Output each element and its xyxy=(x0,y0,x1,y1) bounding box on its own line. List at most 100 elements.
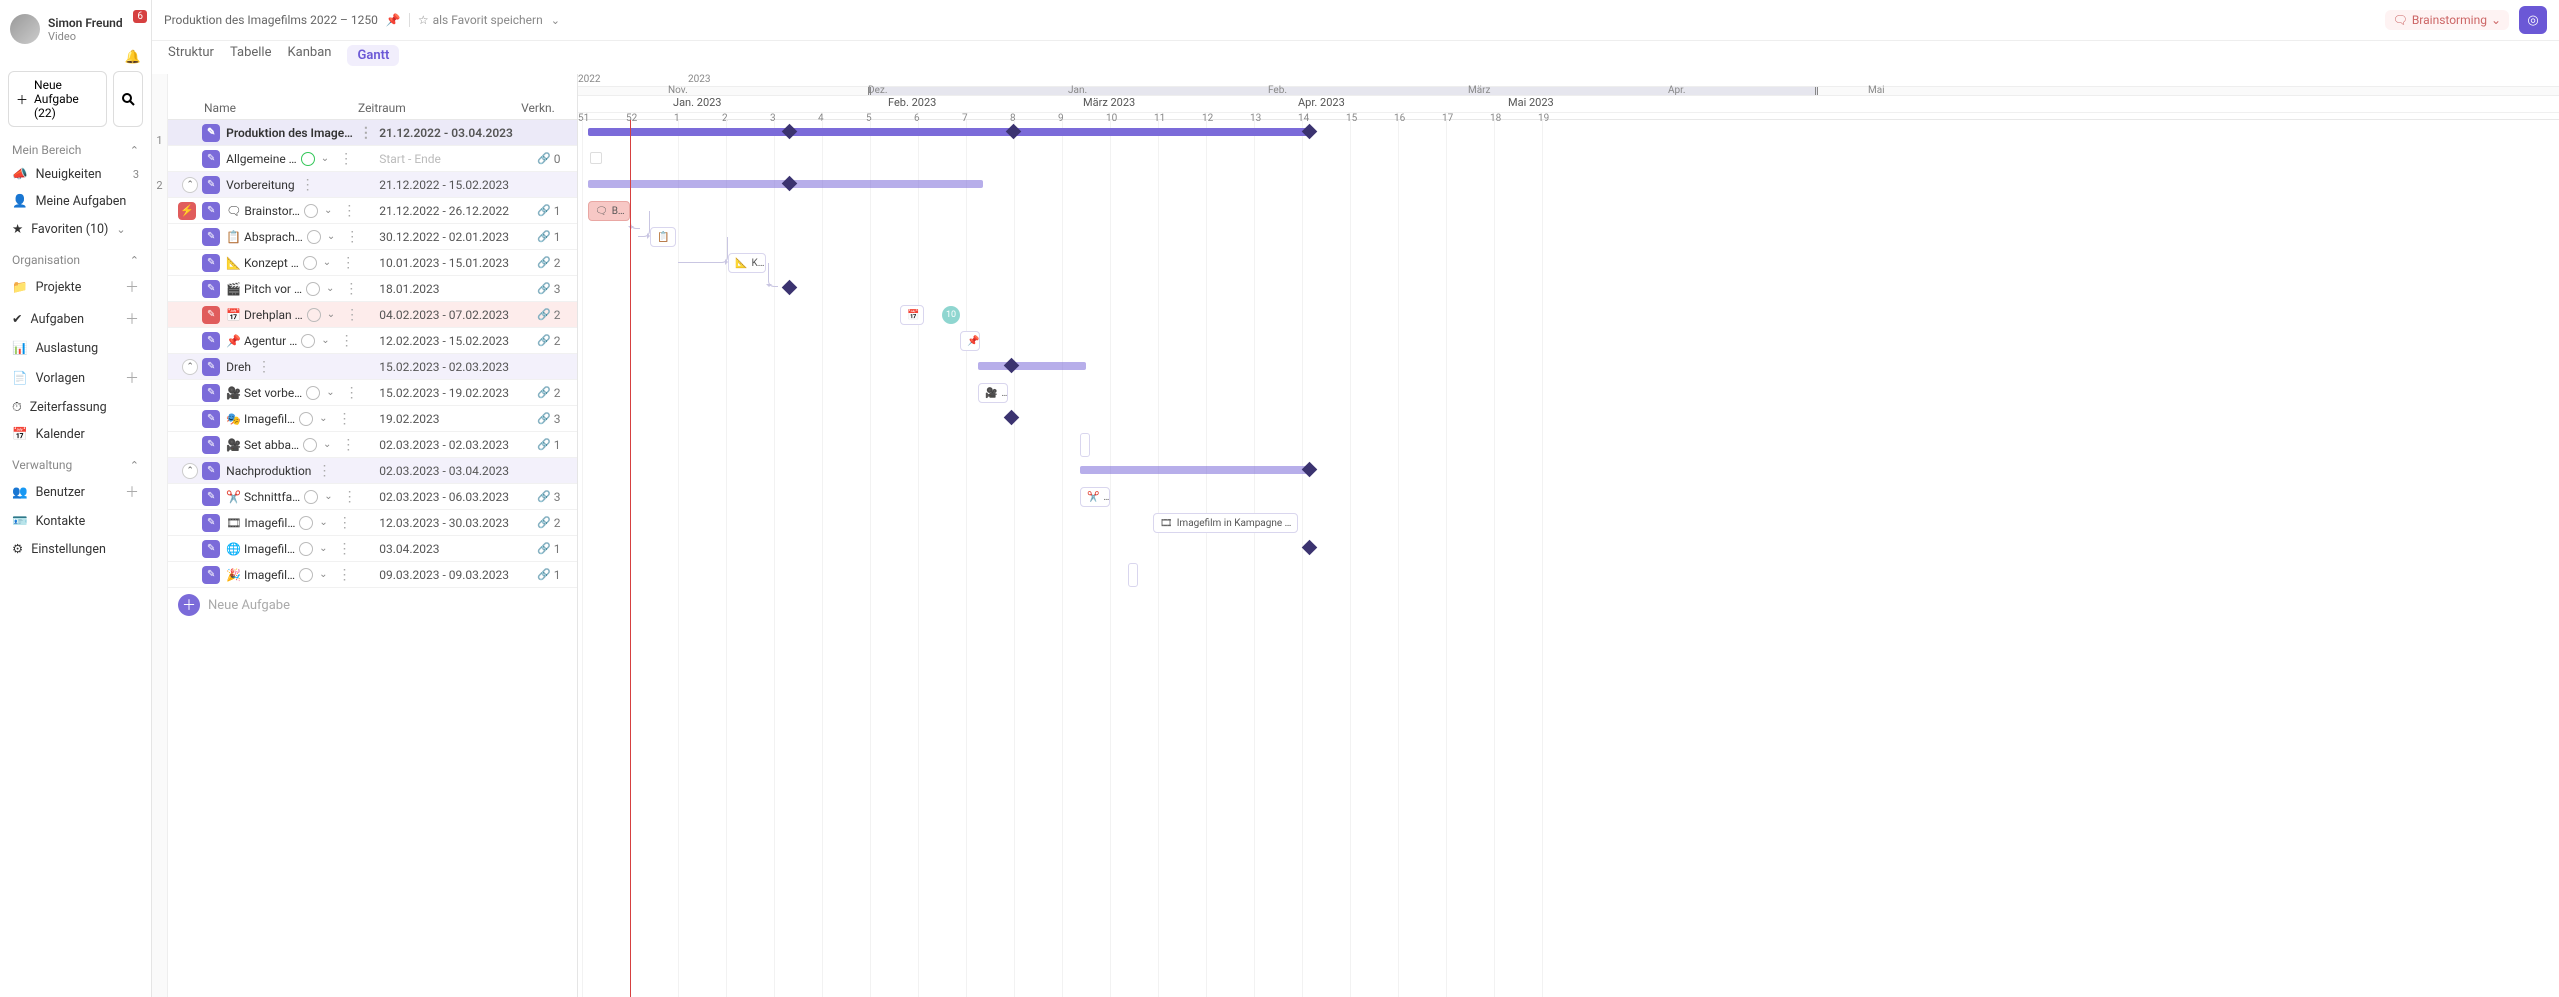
chevron-down-icon[interactable]: ⌄ xyxy=(319,413,327,424)
task-date[interactable]: 10.01.2023 - 15.01.2023 xyxy=(379,256,520,270)
task-links[interactable]: 🔗1 xyxy=(520,204,577,218)
chevron-down-icon[interactable]: ⌄ xyxy=(326,387,334,398)
status-dot[interactable] xyxy=(299,516,313,530)
bar-nachproduktion[interactable] xyxy=(1080,466,1308,474)
task-set-vorbereiten[interactable]: 🎥 … xyxy=(978,383,1008,403)
tab-struktur[interactable]: Struktur xyxy=(168,45,214,66)
add-task-row[interactable]: ＋ Neue Aufgabe xyxy=(168,588,577,622)
task-date[interactable]: 15.02.2023 - 19.02.2023 xyxy=(379,386,520,400)
collapse-button[interactable]: ⌃ xyxy=(182,463,198,479)
task-row[interactable]: ✎📅 Drehplan …⌄⋮04.02.2023 - 07.02.2023🔗2 xyxy=(168,302,577,328)
task-links[interactable]: 🔗3 xyxy=(520,490,577,504)
milestone-imagefilm[interactable] xyxy=(1004,410,1020,426)
nav-kalender[interactable]: 📅 Kalender xyxy=(0,421,151,448)
notif-badge[interactable]: 6 xyxy=(133,10,147,23)
edit-icon[interactable]: ✎ xyxy=(202,280,220,298)
task-row[interactable]: ✎🎞 Imagefil…⌄⋮12.03.2023 - 30.03.2023🔗2 xyxy=(168,510,577,536)
milestone-icon[interactable] xyxy=(782,176,798,192)
task-row[interactable]: ✎Produktion des Image…⋮21.12.2022 - 03.0… xyxy=(168,120,577,146)
edit-icon[interactable]: ✎ xyxy=(202,436,220,454)
task-date[interactable]: 09.03.2023 - 09.03.2023 xyxy=(379,568,520,582)
milestone-icon[interactable] xyxy=(1302,124,1318,140)
task-party[interactable] xyxy=(1128,563,1138,587)
task-row[interactable]: ⌃✎Dreh⋮15.02.2023 - 02.03.2023 xyxy=(168,354,577,380)
task-drehplan[interactable]: 📅 xyxy=(900,305,924,325)
edit-icon[interactable]: ✎ xyxy=(202,176,220,194)
task-date[interactable]: 30.12.2022 - 02.01.2023 xyxy=(379,230,520,244)
more-icon[interactable]: ⋮ xyxy=(336,333,358,349)
more-icon[interactable]: ⋮ xyxy=(333,567,355,583)
task-kampagne[interactable]: 🎞 Imagefilm in Kampagne … xyxy=(1153,513,1298,533)
new-task-button[interactable]: ＋ Neue Aufgabe (22) xyxy=(8,71,107,127)
chevron-down-icon[interactable]: ⌄ xyxy=(326,283,334,294)
chevron-down-icon[interactable]: ⌄ xyxy=(323,439,331,450)
chevron-down-icon[interactable]: ⌄ xyxy=(327,231,335,242)
milestone-icon[interactable] xyxy=(782,124,798,140)
task-row[interactable]: ✎🎭 Imagefil…⌄⋮19.02.2023🔗3 xyxy=(168,406,577,432)
status-dot[interactable] xyxy=(304,204,318,218)
task-row[interactable]: ⌃✎Vorbereitung⋮21.12.2022 - 15.02.2023 xyxy=(168,172,577,198)
edit-icon[interactable]: ✎ xyxy=(202,514,220,532)
task-row[interactable]: ✎✂️ Schnittfa…⌄⋮02.03.2023 - 06.03.2023🔗… xyxy=(168,484,577,510)
nav-projekte[interactable]: 📁 Projekte＋ xyxy=(0,271,151,303)
collapse-button[interactable]: ⌃ xyxy=(182,359,198,375)
task-date[interactable]: 03.04.2023 xyxy=(379,542,520,556)
chevron-down-icon[interactable]: ⌄ xyxy=(551,14,560,27)
task-links[interactable]: 🔗2 xyxy=(520,334,577,348)
task-date[interactable]: 04.02.2023 - 07.02.2023 xyxy=(379,308,520,322)
task-row[interactable]: ⚡✎🗨 Brainstor…⌄⋮21.12.2022 - 26.12.2022🔗… xyxy=(168,198,577,224)
edit-icon[interactable]: ✎ xyxy=(202,254,220,272)
edit-icon[interactable]: ✎ xyxy=(202,384,220,402)
status-dot[interactable] xyxy=(306,282,320,296)
status-dot[interactable] xyxy=(301,334,315,348)
more-icon[interactable]: ⋮ xyxy=(341,229,363,245)
more-icon[interactable]: ⋮ xyxy=(340,281,362,297)
collapse-button[interactable]: ⌃ xyxy=(182,177,198,193)
more-icon[interactable]: ⋮ xyxy=(297,177,319,193)
task-set-abbauen[interactable] xyxy=(1080,433,1090,457)
edit-icon[interactable]: ✎ xyxy=(202,124,220,142)
section-mein[interactable]: Mein Bereich⌃ xyxy=(0,133,151,161)
add-icon[interactable]: ＋ xyxy=(125,368,139,388)
edit-icon[interactable]: ✎ xyxy=(202,202,220,220)
chevron-down-icon[interactable]: ⌄ xyxy=(319,543,327,554)
task-links[interactable]: 🔗1 xyxy=(520,568,577,582)
tab-kanban[interactable]: Kanban xyxy=(288,45,332,66)
task-date[interactable]: 19.02.2023 xyxy=(379,412,520,426)
bell-icon[interactable]: 🔔 xyxy=(125,50,141,65)
chevron-down-icon[interactable]: ⌄ xyxy=(321,335,329,346)
more-icon[interactable]: ⋮ xyxy=(337,437,359,453)
more-icon[interactable]: ⋮ xyxy=(333,541,355,557)
tab-tabelle[interactable]: Tabelle xyxy=(230,45,272,66)
task-date[interactable]: 21.12.2022 - 15.02.2023 xyxy=(379,178,520,192)
more-icon[interactable]: ⋮ xyxy=(334,515,356,531)
task-date[interactable]: 15.02.2023 - 02.03.2023 xyxy=(379,360,520,374)
edit-icon[interactable]: ✎ xyxy=(202,358,220,376)
task-links[interactable]: 🔗2 xyxy=(520,308,577,322)
status-dot[interactable] xyxy=(303,256,317,270)
chevron-down-icon[interactable]: ⌄ xyxy=(319,517,327,528)
milestone-icon[interactable] xyxy=(1004,358,1020,374)
empty-task[interactable] xyxy=(590,152,602,164)
add-icon[interactable]: ＋ xyxy=(125,309,139,329)
task-links[interactable]: 🔗2 xyxy=(520,256,577,270)
task-row[interactable]: ✎🎥 Set abba…⌄⋮02.03.2023 - 02.03.2023🔗1 xyxy=(168,432,577,458)
nav-einstellungen[interactable]: ⚙ Einstellungen xyxy=(0,535,151,563)
task-links[interactable]: 🔗3 xyxy=(520,412,577,426)
task-row[interactable]: ⌃✎Nachproduktion⋮02.03.2023 - 03.04.2023 xyxy=(168,458,577,484)
status-dot[interactable] xyxy=(307,230,321,244)
task-row[interactable]: ✎📌 Agentur …⌄⋮12.02.2023 - 15.02.2023🔗2 xyxy=(168,328,577,354)
task-absprache[interactable]: 📋 xyxy=(650,227,676,247)
nav-aufgaben[interactable]: ✔ Aufgaben＋ xyxy=(0,303,151,335)
task-date[interactable]: 02.03.2023 - 02.03.2023 xyxy=(379,438,520,452)
more-icon[interactable]: ⋮ xyxy=(355,125,377,141)
edit-icon[interactable]: ✎ xyxy=(202,488,220,506)
more-icon[interactable]: ⋮ xyxy=(339,489,361,505)
nav-kontakte[interactable]: 🪪 Kontakte xyxy=(0,508,151,535)
task-agentur[interactable]: 📌 xyxy=(960,331,980,351)
status-dot[interactable] xyxy=(299,568,313,582)
task-links[interactable]: 🔗1 xyxy=(520,542,577,556)
more-icon[interactable]: ⋮ xyxy=(335,151,357,167)
task-date[interactable]: 12.03.2023 - 30.03.2023 xyxy=(379,516,520,530)
search-button[interactable] xyxy=(113,71,143,127)
